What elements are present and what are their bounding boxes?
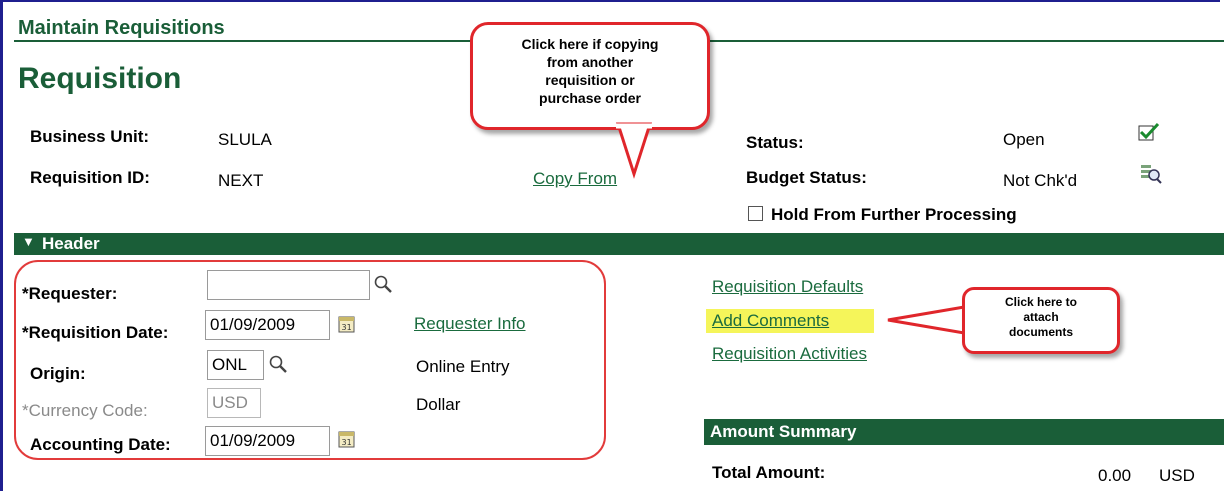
calendar-icon[interactable]: 31 <box>337 314 357 334</box>
total-amount-currency: USD <box>1159 466 1195 485</box>
requisition-activities-link[interactable]: Requisition Activities <box>712 344 867 364</box>
callout-line: purchase order <box>539 90 641 106</box>
callout-line: Click here if copying <box>521 36 659 52</box>
callout-line: attach <box>1023 310 1059 324</box>
copy-from-callout: Click here if copying from another requi… <box>470 22 710 130</box>
accounting-date-label: Accounting Date: <box>30 435 171 454</box>
copy-from-callout-pointer <box>615 122 653 179</box>
currency-code-input: USD <box>207 388 261 418</box>
amount-summary-bar: Amount Summary <box>704 419 1224 445</box>
copy-from-link[interactable]: Copy From <box>533 169 617 189</box>
origin-input[interactable]: ONL <box>207 350 264 380</box>
component-title: Maintain Requisitions <box>18 17 225 39</box>
svg-text:31: 31 <box>342 323 352 332</box>
business-unit-value: SLULA <box>218 130 272 149</box>
requester-info-link[interactable]: Requester Info <box>414 314 526 334</box>
requisition-id-value: NEXT <box>218 171 264 190</box>
search-icon[interactable] <box>373 274 393 294</box>
total-amount-label: Total Amount: <box>712 463 826 482</box>
budget-status-value: Not Chk'd <box>1003 171 1078 190</box>
requester-label: *Requester: <box>22 284 118 303</box>
budget-check-icon[interactable] <box>1140 163 1162 185</box>
origin-description: Online Entry <box>416 357 510 376</box>
hold-checkbox[interactable] <box>748 206 763 221</box>
business-unit-label: Business Unit: <box>30 127 150 146</box>
checkmark-icon <box>1138 122 1160 141</box>
header-section-bar[interactable]: ▼ Header <box>14 233 1224 255</box>
origin-label: Origin: <box>30 364 86 383</box>
total-amount-value: 0.00 <box>1098 466 1132 485</box>
add-comments-link[interactable]: Add Comments <box>712 311 829 331</box>
svg-text:31: 31 <box>342 438 352 447</box>
status-label: Status: <box>746 133 804 152</box>
calendar-icon[interactable]: 31 <box>337 429 357 449</box>
requisition-date-input[interactable]: 01/09/2009 <box>205 310 330 340</box>
budget-status-label: Budget Status: <box>746 168 867 187</box>
callout-line: Click here to <box>1004 295 1078 309</box>
attach-callout-pointer <box>887 304 972 336</box>
requisition-id-label: Requisition ID: <box>30 168 150 187</box>
header-section-title: Header <box>42 234 100 253</box>
search-icon[interactable] <box>268 354 288 374</box>
collapse-triangle-icon[interactable]: ▼ <box>22 234 35 249</box>
amount-summary-title: Amount Summary <box>710 422 857 441</box>
requisition-date-label: *Requisition Date: <box>22 323 169 342</box>
attach-callout: Click here to attach documents <box>962 287 1120 354</box>
requisition-defaults-link[interactable]: Requisition Defaults <box>712 277 863 297</box>
callout-line: documents <box>1008 325 1073 339</box>
page-title: Requisition <box>18 62 182 95</box>
requester-input[interactable] <box>207 270 370 300</box>
status-value: Open <box>1003 130 1045 149</box>
currency-description: Dollar <box>416 395 461 414</box>
currency-code-label: *Currency Code: <box>22 401 148 420</box>
hold-label: Hold From Further Processing <box>771 205 1017 224</box>
callout-line: requisition or <box>545 72 635 88</box>
accounting-date-input[interactable]: 01/09/2009 <box>205 426 330 456</box>
callout-line: from another <box>546 54 634 70</box>
